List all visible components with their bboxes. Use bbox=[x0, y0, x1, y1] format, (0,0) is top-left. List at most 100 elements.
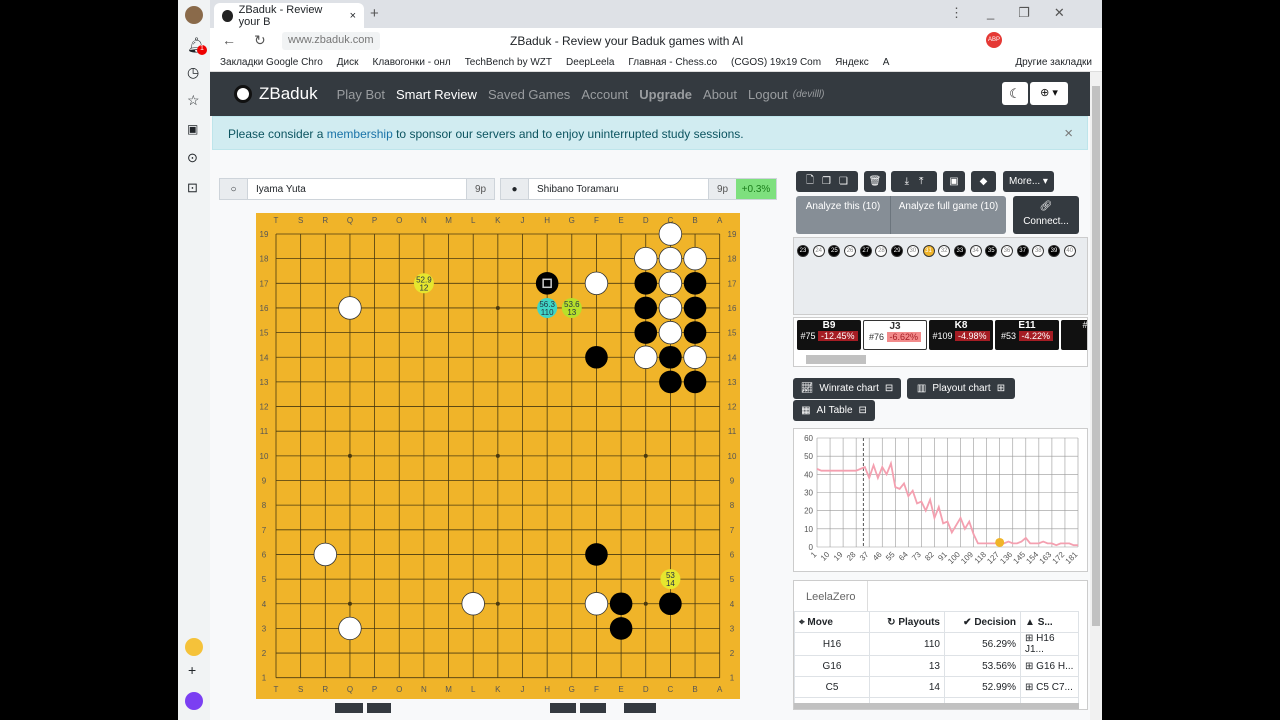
dark-mode-icon[interactable]: ☾ bbox=[1002, 82, 1028, 105]
add-icon[interactable]: + bbox=[188, 662, 196, 678]
timeline-move[interactable]: 26 bbox=[844, 245, 857, 257]
mistake-card[interactable]: #35 bbox=[1061, 320, 1087, 350]
timeline-move[interactable]: 23 bbox=[797, 245, 809, 257]
copy-icon[interactable]: ❐ bbox=[822, 176, 831, 187]
timeline-move[interactable]: 33 bbox=[953, 245, 966, 257]
star-icon[interactable]: ☆ bbox=[187, 92, 200, 109]
nav-button[interactable] bbox=[550, 703, 576, 713]
eraser-icon[interactable]: ◆ bbox=[971, 171, 996, 192]
more-dropdown[interactable]: More... ▾ bbox=[1003, 171, 1054, 192]
profile-avatar[interactable] bbox=[185, 6, 203, 24]
nav-button[interactable] bbox=[367, 703, 391, 713]
nav-saved-games[interactable]: Saved Games bbox=[488, 87, 570, 102]
table-row[interactable]: H16 110 56.29% ⊞ H16 J1... bbox=[794, 632, 1079, 656]
reload-icon[interactable]: ↻ bbox=[254, 32, 266, 49]
col-move[interactable]: ⌖ Move bbox=[794, 611, 870, 633]
browser-tab[interactable]: ZBaduk - Review your B × bbox=[214, 3, 364, 28]
move-timeline[interactable]: 23 24 25 26 27 28 29 30 31 32 33 34 35 36 37 38 39 40 bbox=[793, 237, 1088, 315]
bookmark[interactable]: Диск bbox=[337, 57, 359, 68]
timeline-move[interactable]: 39 bbox=[1048, 245, 1060, 257]
nav-account[interactable]: Account bbox=[581, 87, 628, 102]
adblock-icon[interactable]: ABP bbox=[986, 32, 1002, 48]
nav-button[interactable] bbox=[335, 703, 363, 713]
nav-button[interactable] bbox=[580, 703, 606, 713]
nav-button[interactable] bbox=[624, 703, 656, 713]
mistake-card[interactable]: E11 #53 -4.22% bbox=[995, 320, 1059, 350]
go-board[interactable]: TT19 19SS18 18RR17 17QQ16 16PP15 15OO14 14NN13… bbox=[256, 213, 740, 699]
timeline-move[interactable]: 37 bbox=[1016, 245, 1029, 257]
timeline-move[interactable]: 25 bbox=[828, 245, 841, 257]
connect-button[interactable]: 🔗︎ Connect... bbox=[1013, 196, 1079, 234]
timeline-move[interactable]: 24 bbox=[812, 245, 825, 257]
minimize-icon[interactable]: _ bbox=[987, 5, 994, 21]
download-icon[interactable]: ⤓ bbox=[905, 176, 909, 187]
tab-leelazero[interactable]: LeelaZero bbox=[794, 581, 868, 611]
play-icon[interactable]: ⊙ bbox=[187, 150, 198, 166]
collections-icon[interactable]: ▣ bbox=[187, 122, 198, 136]
upload-icon[interactable]: ⤒ bbox=[919, 176, 923, 187]
mistake-card[interactable]: B9 #75 -12.45% bbox=[797, 320, 861, 350]
new-file-icon[interactable]: 🗋 bbox=[806, 173, 814, 190]
nav-upgrade[interactable]: Upgrade bbox=[639, 87, 692, 102]
close-tab-icon[interactable]: × bbox=[350, 10, 356, 22]
analyze-full-game-button[interactable]: Analyze full game (10) bbox=[890, 196, 1006, 234]
col-decision[interactable]: ✔ Decision bbox=[944, 611, 1021, 633]
restore-icon[interactable]: ❐ bbox=[1018, 5, 1030, 21]
black-player-name[interactable]: Shibano Toramaru bbox=[529, 184, 708, 195]
nav-about[interactable]: About bbox=[703, 87, 737, 102]
menu-icon[interactable]: ⋮ bbox=[950, 5, 963, 21]
timeline-move[interactable]: 28 bbox=[875, 245, 888, 257]
playout-chart-toggle[interactable]: ▥ Playout chart ⊞ bbox=[907, 378, 1015, 399]
bookmark[interactable]: Закладки Google Chro bbox=[220, 57, 323, 68]
new-tab-button[interactable]: + bbox=[370, 5, 379, 22]
page-scrollbar[interactable] bbox=[1090, 72, 1102, 720]
white-player-name[interactable]: Iyama Yuta bbox=[248, 184, 466, 195]
nav-smart-review[interactable]: Smart Review bbox=[396, 87, 477, 102]
bookmark[interactable]: A bbox=[883, 57, 890, 68]
timeline-move[interactable]: 27 bbox=[859, 245, 872, 257]
language-dropdown[interactable]: ⊕ ▾ bbox=[1030, 82, 1068, 105]
paste-icon[interactable]: ❏ bbox=[839, 176, 848, 187]
brand[interactable]: ZBaduk bbox=[234, 84, 318, 104]
back-icon[interactable]: ← bbox=[222, 32, 236, 48]
timeline-move[interactable]: 38 bbox=[1032, 245, 1045, 257]
app-icon[interactable] bbox=[185, 638, 203, 656]
timeline-move[interactable]: 29 bbox=[891, 245, 904, 257]
table-row[interactable]: G16 13 53.56% ⊞ G16 H... bbox=[794, 655, 1079, 677]
horizontal-scrollbar[interactable] bbox=[806, 355, 866, 364]
bookmark[interactable]: Яндекс bbox=[835, 57, 869, 68]
timeline-move[interactable]: 36 bbox=[1000, 245, 1013, 257]
extension-icon[interactable]: ⊡ bbox=[187, 180, 198, 196]
bookmark[interactable]: Главная - Chess.co bbox=[628, 57, 717, 68]
analyze-this-button[interactable]: Analyze this (10) bbox=[796, 196, 890, 234]
alice-icon[interactable] bbox=[185, 692, 203, 710]
col-playouts[interactable]: ↻ Playouts bbox=[869, 611, 945, 633]
mistake-card[interactable]: K8 #109 -4.98% bbox=[929, 320, 993, 350]
bookmark[interactable]: DeepLeela bbox=[566, 57, 614, 68]
table-row[interactable]: C5 14 52.99% ⊞ C5 C7... bbox=[794, 676, 1079, 698]
membership-link[interactable]: membership bbox=[327, 127, 393, 141]
timeline-move[interactable]: 30 bbox=[906, 245, 919, 257]
timeline-move[interactable]: 40 bbox=[1063, 245, 1076, 257]
timeline-move[interactable]: 32 bbox=[938, 245, 951, 257]
delete-icon[interactable]: 🗑︎ bbox=[864, 171, 886, 192]
bookmark[interactable]: (CGOS) 19x19 Com bbox=[731, 57, 821, 68]
url-field[interactable]: www.zbaduk.com bbox=[282, 32, 380, 50]
close-alert-icon[interactable]: × bbox=[1064, 125, 1073, 142]
table-scrollbar[interactable] bbox=[794, 703, 1079, 709]
close-window-icon[interactable]: ✕ bbox=[1054, 5, 1065, 21]
winrate-chart[interactable]: 01020304050601 10 19 28 37 46 55 64 73 82 91100109… bbox=[793, 428, 1088, 572]
mistake-card[interactable]: J3 #76 -6.62% bbox=[863, 320, 927, 350]
ai-table-toggle[interactable]: ▦ AI Table ⊟ bbox=[793, 400, 875, 421]
winrate-chart-toggle[interactable]: 📈︎ Winrate chart ⊟ bbox=[793, 378, 901, 399]
bookmark[interactable]: Клавогонки - онл bbox=[373, 57, 451, 68]
col-sequence[interactable]: ▲ S... bbox=[1020, 611, 1079, 633]
timeline-move[interactable]: 34 bbox=[969, 245, 982, 257]
save-icon[interactable]: ▣ bbox=[943, 171, 965, 192]
timeline-move[interactable]: 31 bbox=[922, 245, 935, 257]
nav-logout[interactable]: Logout bbox=[748, 87, 788, 102]
history-icon[interactable]: ◷ bbox=[187, 64, 199, 81]
bookmark[interactable]: TechBench by WZT bbox=[465, 57, 552, 68]
other-bookmarks[interactable]: Другие закладки bbox=[1015, 57, 1102, 68]
nav-play-bot[interactable]: Play Bot bbox=[337, 87, 385, 102]
